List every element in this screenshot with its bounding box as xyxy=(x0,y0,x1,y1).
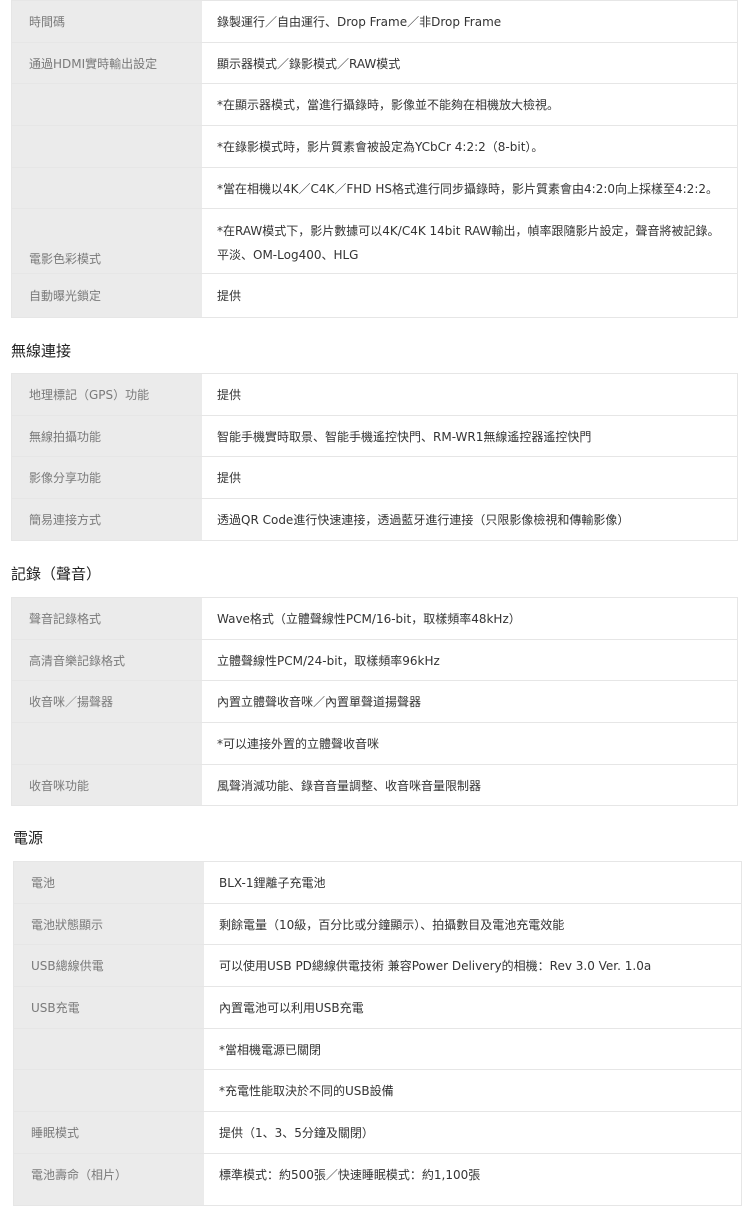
row-label: 電池狀態顯示 xyxy=(31,917,104,932)
row-value: 可以使用USB PD總線供電技術 兼容Power Delivery的相機：Rev… xyxy=(219,959,652,974)
row-label: 時間碼 xyxy=(29,14,66,29)
spec-table-audio: 聲音記錄格式 Wave格式（立體聲線性PCM/16-bit，取樣頻率48kHz）… xyxy=(11,597,738,806)
table-row: 高清音樂記錄格式 立體聲線性PCM/24-bit，取樣頻率96kHz xyxy=(12,640,737,682)
section-title-wireless: 無線連接 xyxy=(11,342,72,360)
row-label: USB充電 xyxy=(31,1000,80,1015)
table-row: 簡易連接方式 透過QR Code進行快速連接，透過藍牙進行連接（只限影像檢視和傳… xyxy=(12,499,737,541)
table-row: *充電性能取決於不同的USB設備 xyxy=(14,1070,741,1113)
row-value: *充電性能取決於不同的USB設備 xyxy=(219,1084,394,1099)
row-value: 提供 xyxy=(217,387,242,402)
row-label: 電池 xyxy=(31,875,56,890)
row-label: 影像分享功能 xyxy=(29,471,102,486)
row-value: 透過QR Code進行快速連接，透過藍牙進行連接（只限影像檢視和傳輸影像） xyxy=(217,513,630,528)
row-value: Wave格式（立體聲線性PCM/16-bit，取樣頻率48kHz） xyxy=(217,611,521,626)
row-value: *可以連接外置的立體聲收音咪 xyxy=(217,736,380,751)
row-value: *當在相機以4K／C4K／FHD HS格式進行同步攝錄時，影片質素會由4:2:0… xyxy=(217,181,718,196)
row-value: *在RAW模式下，影片數據可以4K/C4K 14bit RAW輸出，幀率跟隨影片… xyxy=(217,209,720,273)
table-row: 電池壽命（相片） 標準模式：約500張／快速睡眠模式：約1,100張 xyxy=(14,1154,741,1196)
row-value: 內置電池可以利用USB充電 xyxy=(219,1000,364,1015)
row-label: 高清音樂記錄格式 xyxy=(29,653,126,668)
table-row: *在錄影模式時，影片質素會被設定為YCbCr 4:2:2（8-bit）。 xyxy=(12,126,737,168)
row-value-text: 平淡、OM-Log400、HLG xyxy=(217,248,359,263)
row-value: 提供（1、3、5分鐘及關閉） xyxy=(219,1125,374,1140)
table-row: 睡眠模式 提供（1、3、5分鐘及關閉） xyxy=(14,1112,741,1154)
row-label: 電影色彩模式 xyxy=(29,252,102,267)
row-value: *在顯示器模式，當進行攝錄時，影像並不能夠在相機放大檢視。 xyxy=(217,98,560,113)
table-row: USB充電 內置電池可以利用USB充電 xyxy=(14,987,741,1029)
row-label: 簡易連接方式 xyxy=(29,513,102,528)
row-value: *當相機電源已關閉 xyxy=(219,1042,322,1057)
row-label: 地理標記（GPS）功能 xyxy=(29,387,150,402)
table-row: 電池狀態顯示 剩餘電量（10級，百分比或分鐘顯示）、拍攝數目及電池充電效能 xyxy=(14,904,741,946)
row-label: 聲音記錄格式 xyxy=(29,611,102,626)
row-value: 立體聲線性PCM/24-bit，取樣頻率96kHz xyxy=(217,653,440,668)
table-row: USB總線供電 可以使用USB PD總線供電技術 兼容Power Deliver… xyxy=(14,945,741,988)
row-value: 智能手機實時取景、智能手機遙控快門、RM-WR1無線遙控器遙控快門 xyxy=(217,429,592,444)
row-label: 無線拍攝功能 xyxy=(29,429,102,444)
row-value: 內置立體聲收音咪／內置單聲道揚聲器 xyxy=(217,695,422,710)
row-label: 收音咪功能 xyxy=(29,779,90,794)
table-row: *當相機電源已關閉 xyxy=(14,1029,741,1071)
row-note: *在RAW模式下，影片數據可以4K/C4K 14bit RAW輸出，幀率跟隨影片… xyxy=(217,224,720,239)
table-row: 電影色彩模式 *在RAW模式下，影片數據可以4K/C4K 14bit RAW輸出… xyxy=(12,209,737,275)
row-value: 剩餘電量（10級，百分比或分鐘顯示）、拍攝數目及電池充電效能 xyxy=(219,917,565,932)
row-value: 提供 xyxy=(217,471,242,486)
row-value: 標準模式：約500張／快速睡眠模式：約1,100張 xyxy=(219,1168,481,1183)
row-value: *在錄影模式時，影片質素會被設定為YCbCr 4:2:2（8-bit）。 xyxy=(217,139,544,154)
table-row: 電池 BLX-1鋰離子充電池 xyxy=(14,862,741,904)
table-row: 時間碼 錄製運行／自由運行、Drop Frame／非Drop Frame xyxy=(12,1,737,43)
table-row: 收音咪功能 風聲消減功能、錄音音量調整、收音咪音量限制器 xyxy=(12,765,737,807)
row-value: 提供 xyxy=(217,288,242,303)
spec-table-power: 電池 BLX-1鋰離子充電池 電池狀態顯示 剩餘電量（10級，百分比或分鐘顯示）… xyxy=(13,861,742,1206)
table-row: *可以連接外置的立體聲收音咪 xyxy=(12,723,737,765)
row-label: USB總線供電 xyxy=(31,959,104,974)
row-label: 睡眠模式 xyxy=(31,1125,80,1140)
table-row: *在顯示器模式，當進行攝錄時，影像並不能夠在相機放大檢視。 xyxy=(12,84,737,127)
table-row: 通過HDMI實時輸出設定 顯示器模式／錄影模式／RAW模式 xyxy=(12,43,737,85)
row-value: 錄製運行／自由運行、Drop Frame／非Drop Frame xyxy=(217,14,502,29)
spec-table-wireless: 地理標記（GPS）功能 提供 無線拍攝功能 智能手機實時取景、智能手機遙控快門、… xyxy=(11,373,738,541)
row-label: 自動曝光鎖定 xyxy=(29,288,102,303)
row-value: BLX-1鋰離子充電池 xyxy=(219,875,326,890)
row-label: 通過HDMI實時輸出設定 xyxy=(29,56,158,71)
table-row: 無線拍攝功能 智能手機實時取景、智能手機遙控快門、RM-WR1無線遙控器遙控快門 xyxy=(12,416,737,458)
table-row: 自動曝光鎖定 提供 xyxy=(12,274,737,316)
table-row: 聲音記錄格式 Wave格式（立體聲線性PCM/16-bit，取樣頻率48kHz） xyxy=(12,598,737,640)
spec-table-imaging: 時間碼 錄製運行／自由運行、Drop Frame／非Drop Frame 通過H… xyxy=(11,0,738,318)
table-row: 影像分享功能 提供 xyxy=(12,457,737,500)
table-row: *當在相機以4K／C4K／FHD HS格式進行同步攝錄時，影片質素會由4:2:0… xyxy=(12,168,737,210)
table-row: 收音咪／揚聲器 內置立體聲收音咪／內置單聲道揚聲器 xyxy=(12,681,737,724)
row-label: 電池壽命（相片） xyxy=(31,1168,128,1183)
row-value: 顯示器模式／錄影模式／RAW模式 xyxy=(217,56,401,71)
table-row: 地理標記（GPS）功能 提供 xyxy=(12,374,737,416)
section-title-power: 電源 xyxy=(13,829,44,847)
section-title-audio: 記錄（聲音） xyxy=(11,565,102,583)
row-label: 收音咪／揚聲器 xyxy=(29,695,114,710)
row-value: 風聲消減功能、錄音音量調整、收音咪音量限制器 xyxy=(217,779,482,794)
